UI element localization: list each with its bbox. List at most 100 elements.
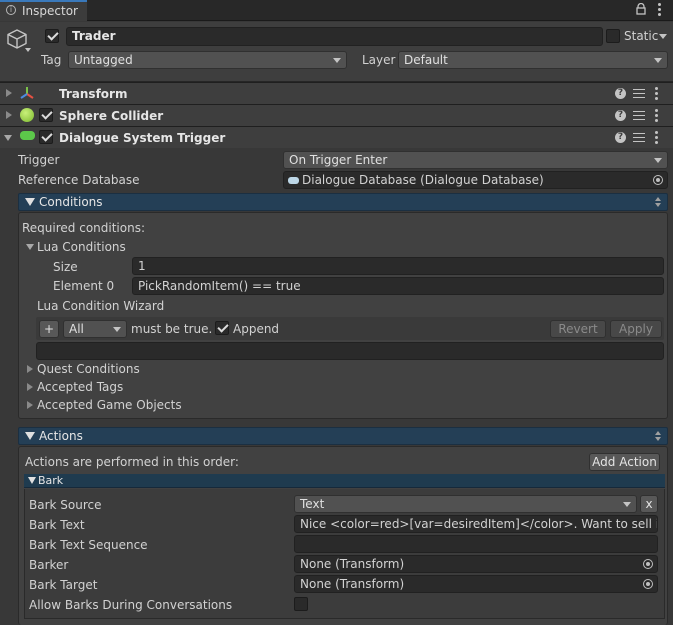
layer-dropdown[interactable]: Default [398, 51, 668, 69]
barker-field[interactable]: None (Transform) [294, 555, 658, 573]
tab-bar [0, 0, 673, 21]
size-field[interactable]: 1 [132, 257, 664, 275]
foldout-collapsed-icon[interactable] [27, 401, 33, 409]
component-enabled-checkbox[interactable] [39, 130, 53, 144]
bark-target-value: None (Transform) [300, 577, 405, 591]
info-icon: i [6, 5, 16, 15]
foldout-expanded-icon [28, 477, 36, 484]
conditions-section-header[interactable]: Conditions [18, 193, 668, 211]
tab-inspector[interactable]: i Inspector [0, 0, 87, 21]
layer-label: Layer [362, 53, 396, 67]
reference-database-field[interactable]: Dialogue Database (Dialogue Database) [283, 171, 668, 189]
foldout-collapsed-icon[interactable] [27, 365, 33, 373]
help-icon[interactable]: ? [615, 132, 626, 143]
all-any-value: All [69, 322, 84, 336]
reorder-arrows-icon[interactable] [655, 431, 661, 441]
bark-source-dropdown[interactable]: Text [294, 495, 637, 513]
tab-title: Inspector [22, 4, 78, 18]
must-be-true-label: must be true. [131, 322, 213, 336]
append-checkbox[interactable] [215, 321, 229, 335]
trigger-dropdown[interactable]: On Trigger Enter [283, 151, 668, 169]
reorder-arrows-icon[interactable] [655, 197, 661, 207]
active-checkbox[interactable] [45, 29, 59, 43]
component-title: Dialogue System Trigger [59, 131, 226, 145]
required-conditions-label: Required conditions: [22, 221, 145, 235]
add-condition-button[interactable]: + [39, 320, 59, 338]
foldout-collapsed-icon[interactable] [27, 383, 33, 391]
accepted-tags-label[interactable]: Accepted Tags [37, 379, 123, 395]
append-label[interactable]: Append [233, 321, 279, 337]
trigger-value: On Trigger Enter [289, 153, 388, 167]
help-icon[interactable]: ? [615, 110, 626, 121]
chevron-down-icon [623, 502, 631, 507]
help-icon[interactable]: ? [615, 88, 626, 99]
foldout-expanded-icon [25, 432, 35, 440]
remove-action-button[interactable]: x [640, 495, 658, 513]
component-menu-icon[interactable] [655, 87, 658, 100]
object-name-field[interactable]: Trader [66, 27, 603, 46]
static-dropdown-arrow-icon[interactable] [659, 34, 667, 39]
foldout-collapsed-icon[interactable] [6, 111, 12, 119]
foldout-collapsed-icon[interactable] [6, 89, 12, 97]
bark-text-sequence-field[interactable] [294, 535, 658, 553]
sphere-collider-icon [20, 108, 34, 122]
icon-dropdown-arrow-icon[interactable] [25, 48, 31, 52]
tag-label: Tag [41, 53, 62, 67]
allow-barks-checkbox[interactable] [294, 597, 308, 611]
element0-field[interactable]: PickRandomItem() == true [132, 277, 664, 295]
static-label[interactable]: Static [624, 28, 658, 44]
component-menu-icon[interactable] [655, 109, 658, 122]
revert-button[interactable]: Revert [550, 320, 606, 338]
component-title: Transform [59, 87, 128, 101]
bark-source-value: Text [300, 497, 325, 511]
bark-text-field[interactable]: Nice <color=red>[var=desiredItem]</color… [294, 515, 658, 533]
barker-value: None (Transform) [300, 557, 405, 571]
bark-target-label: Bark Target [29, 578, 98, 592]
actions-order-label: Actions are performed in this order: [25, 455, 239, 469]
object-picker-icon[interactable] [643, 559, 653, 569]
accepted-game-objects-label[interactable]: Accepted Game Objects [37, 397, 182, 413]
bark-source-label: Bark Source [29, 498, 102, 512]
transform-icon [20, 86, 34, 100]
tab-menu-icon[interactable] [658, 3, 661, 16]
bark-header-label: Bark [38, 474, 64, 487]
lua-code-field[interactable] [36, 342, 664, 360]
component-sphere-collider[interactable]: Sphere Collider ? [0, 104, 673, 126]
bark-text-sequence-label: Bark Text Sequence [29, 538, 148, 552]
lua-conditions-label[interactable]: Lua Conditions [37, 239, 126, 255]
object-picker-icon[interactable] [653, 175, 663, 185]
presets-icon[interactable] [633, 87, 645, 100]
barker-label: Barker [29, 558, 69, 572]
foldout-expanded-icon[interactable] [26, 244, 34, 250]
presets-icon[interactable] [633, 131, 645, 144]
object-picker-icon[interactable] [643, 579, 653, 589]
foldout-expanded-icon [25, 198, 35, 206]
quest-conditions-label[interactable]: Quest Conditions [37, 361, 140, 377]
add-action-button[interactable]: Add Action [589, 453, 660, 471]
component-enabled-checkbox[interactable] [39, 108, 53, 122]
component-dialogue-system-trigger[interactable]: Dialogue System Trigger ? [0, 126, 673, 148]
presets-icon[interactable] [633, 109, 645, 122]
foldout-expanded-icon[interactable] [4, 135, 12, 141]
bark-header[interactable]: Bark [24, 474, 665, 488]
actions-section-header[interactable]: Actions [18, 427, 668, 445]
component-menu-icon[interactable] [655, 131, 658, 144]
layer-value: Default [404, 53, 448, 67]
component-header-icons: ? [615, 86, 665, 102]
chevron-down-icon [333, 58, 341, 63]
element0-label: Element 0 [53, 279, 115, 293]
trigger-label: Trigger [18, 153, 60, 167]
bark-target-field[interactable]: None (Transform) [294, 575, 658, 593]
all-any-dropdown[interactable]: All [63, 320, 127, 338]
lock-icon[interactable] [636, 2, 646, 15]
reference-database-label: Reference Database [18, 173, 140, 187]
dialogue-trigger-icon [20, 131, 35, 140]
component-header-icons: ? [615, 108, 665, 124]
component-transform[interactable]: Transform ? [0, 82, 673, 104]
tag-dropdown[interactable]: Untagged [68, 51, 347, 69]
lua-condition-wizard-label: Lua Condition Wizard [37, 299, 165, 313]
apply-button[interactable]: Apply [610, 320, 662, 338]
component-title: Sphere Collider [59, 109, 164, 123]
static-checkbox[interactable] [606, 29, 620, 43]
actions-header-label: Actions [39, 429, 83, 443]
